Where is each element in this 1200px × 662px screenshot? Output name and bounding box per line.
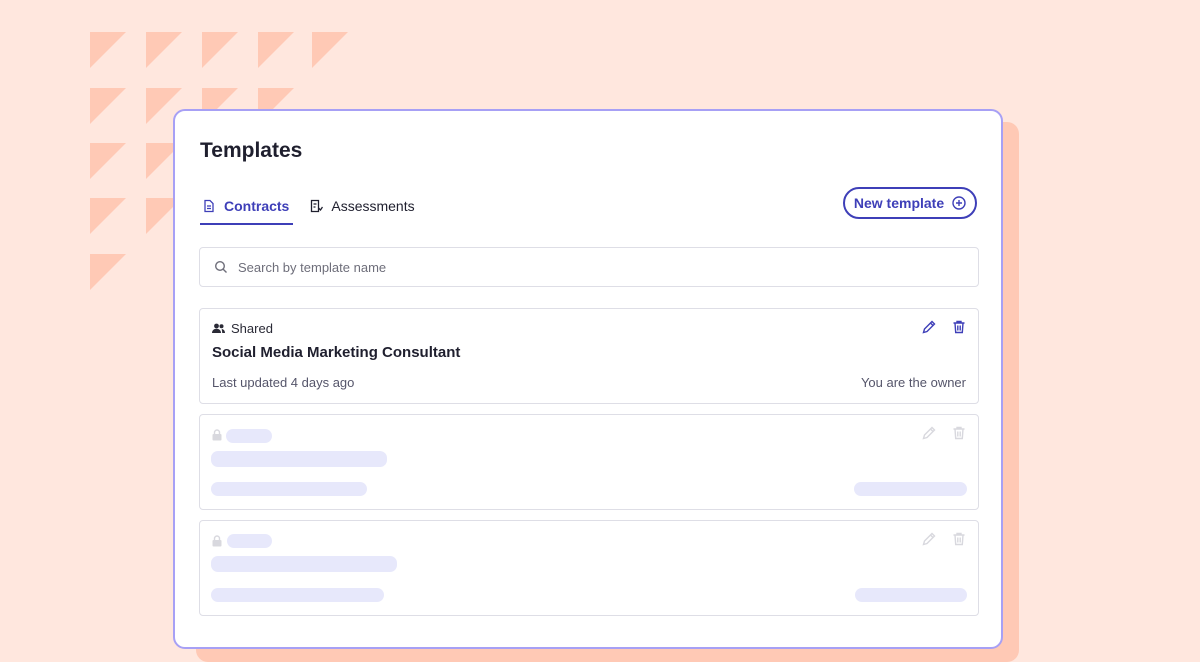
template-row[interactable]: Shared Social Media Marketing Consultant… (199, 308, 979, 404)
last-updated-text: Last updated 4 days ago (212, 375, 355, 390)
trash-icon (953, 532, 965, 546)
shared-indicator: Shared (212, 321, 273, 336)
edit-button-disabled (921, 531, 937, 547)
skeleton-label (227, 534, 272, 548)
delete-button-disabled (951, 425, 967, 441)
pencil-icon (922, 320, 936, 334)
skeleton-title (211, 556, 397, 572)
plus-circle-icon (952, 196, 966, 210)
skeleton-owner (854, 482, 967, 496)
edit-button[interactable] (921, 319, 937, 335)
skeleton-date (211, 482, 367, 496)
row-actions (921, 531, 967, 547)
row-actions (921, 319, 967, 335)
skeleton-title (211, 451, 387, 467)
tab-contracts-label: Contracts (224, 198, 290, 214)
template-row-loading (199, 520, 979, 616)
tab-assessments[interactable]: Assessments (307, 195, 418, 223)
checklist-icon (311, 199, 324, 213)
tab-contracts[interactable]: Contracts (200, 195, 294, 225)
tab-assessments-label: Assessments (331, 198, 415, 214)
edit-button-disabled (921, 425, 937, 441)
template-row-loading (199, 414, 979, 510)
owner-text: You are the owner (860, 375, 966, 390)
page-title: Templates (200, 139, 303, 162)
new-template-label: New template (853, 195, 945, 211)
templates-panel: Templates Contracts Assessments New temp… (173, 109, 1003, 649)
template-name: Social Media Marketing Consultant (212, 344, 461, 361)
pencil-icon (922, 532, 936, 546)
search-input[interactable] (236, 258, 940, 276)
skeleton-date (211, 588, 384, 602)
delete-button-disabled (951, 531, 967, 547)
row-actions (921, 425, 967, 441)
document-icon (204, 199, 214, 213)
lock-icon (212, 535, 222, 547)
pencil-icon (922, 426, 936, 440)
visibility-label: Shared (231, 321, 273, 336)
users-icon (212, 323, 225, 333)
skeleton-label (226, 429, 272, 443)
delete-button[interactable] (951, 319, 967, 335)
lock-icon (212, 429, 222, 441)
new-template-button[interactable]: New template (843, 187, 977, 219)
trash-icon (953, 320, 965, 334)
search-icon (214, 260, 227, 273)
tab-bar: Contracts Assessments (200, 195, 419, 225)
trash-icon (953, 426, 965, 440)
skeleton-owner (855, 588, 967, 602)
search-field[interactable] (199, 247, 979, 287)
